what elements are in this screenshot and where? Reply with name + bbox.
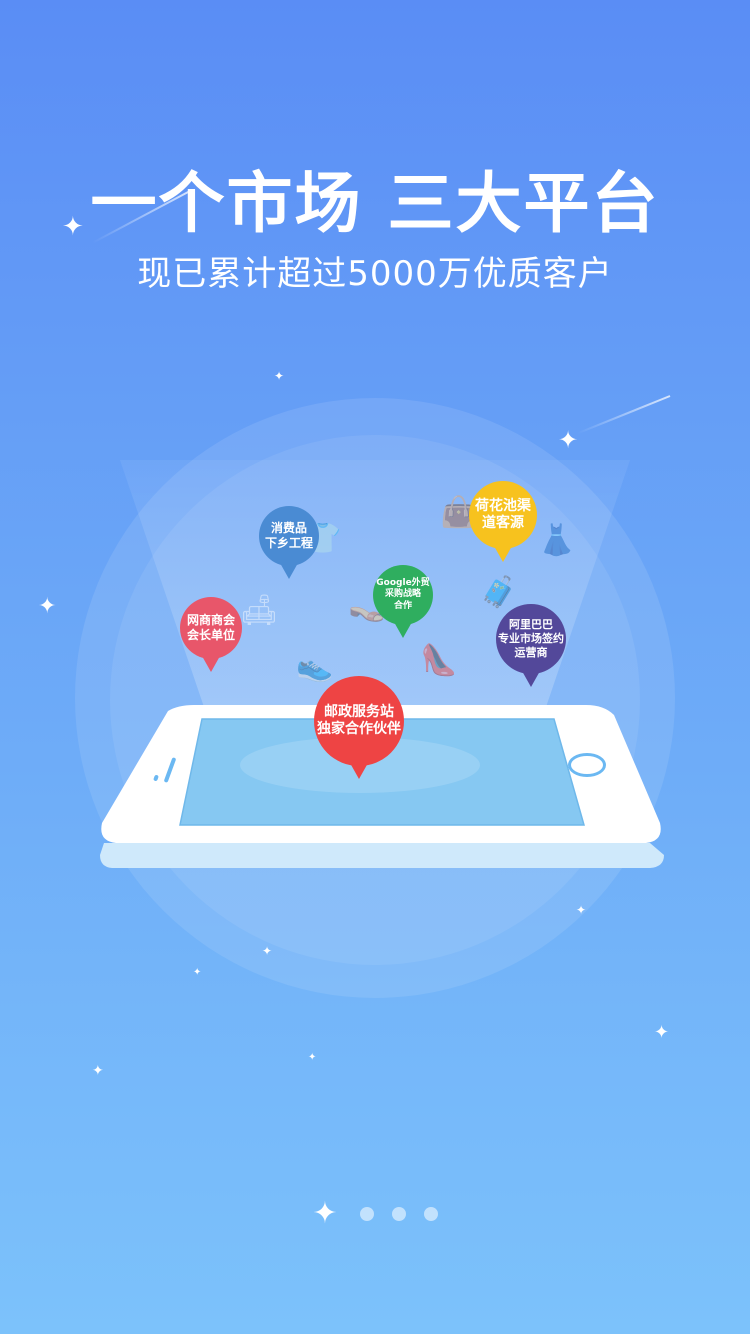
pin-alibaba: 阿里巴巴 专业市场签约 运营商 <box>496 604 566 687</box>
sneaker-icon: 👟 <box>296 649 334 684</box>
page-indicator-dot[interactable] <box>391 1207 406 1221</box>
home-button <box>568 753 606 777</box>
star-icon: ✦ <box>262 944 273 958</box>
page-title: 一个市场 三大平台 <box>90 165 660 242</box>
high-heel-icon: 👠 <box>420 643 458 678</box>
star-icon: ✦ <box>274 369 285 383</box>
pin-netbiz-chamber: 网商商会 会长单位 <box>180 597 242 672</box>
dress-icon: 👗 <box>538 523 576 558</box>
pin-lotus-pond: 荷花池渠 道客源 <box>469 481 537 562</box>
star-icon: ✦ <box>576 903 587 917</box>
star-icon: ✦ <box>308 1052 317 1063</box>
pin-consumer-goods: 消费品 下乡工程 <box>259 506 319 579</box>
star-icon: ✦ <box>654 1022 670 1043</box>
star-icon: ✦ <box>92 1063 104 1079</box>
pin-google-trade: Google外贸 采购战略 合作 <box>373 565 433 638</box>
sofa-icon: 🛋 <box>240 593 279 628</box>
star-icon: ✦ <box>193 967 202 978</box>
page-indicator-active-star-icon[interactable]: ✦ <box>312 1199 337 1229</box>
pin-postal-station: 邮政服务站 独家合作伙伴 <box>314 676 404 779</box>
page-subtitle: 现已累计超过5000万优质客户 <box>137 254 613 294</box>
star-icon: ✦ <box>558 426 579 454</box>
page-indicator-dot[interactable] <box>423 1207 438 1221</box>
star-icon: ✦ <box>38 594 57 619</box>
page-indicator: ✦ <box>0 1198 750 1230</box>
shooting-star-streak <box>576 395 671 435</box>
suitcase-icon: 🧳 <box>480 575 518 610</box>
page-indicator-dot[interactable] <box>359 1207 374 1221</box>
